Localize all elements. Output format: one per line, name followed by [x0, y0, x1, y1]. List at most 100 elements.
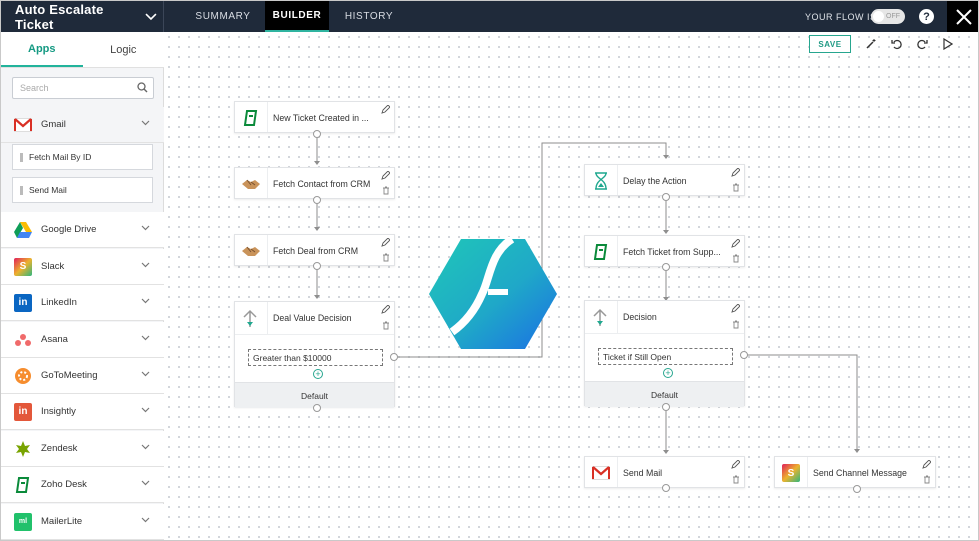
slack-icon: S — [780, 463, 802, 483]
trash-icon[interactable] — [382, 321, 390, 330]
tab-history[interactable]: HISTORY — [331, 1, 407, 32]
google-drive-icon — [14, 221, 32, 239]
node-label: Send Mail — [623, 468, 663, 478]
app-item-gmail[interactable]: Gmail — [1, 107, 164, 143]
trash-icon[interactable] — [732, 183, 740, 192]
app-label: Asana — [41, 334, 68, 345]
edit-icon[interactable] — [731, 239, 740, 248]
node-send-channel-message[interactable]: S Send Channel Message — [774, 456, 936, 488]
edit-icon[interactable] — [922, 460, 931, 469]
node-delay-action[interactable]: Delay the Action — [584, 164, 745, 196]
edit-icon[interactable] — [381, 238, 390, 247]
node-deal-value-decision[interactable]: Deal Value Decision Greater than $10000 … — [234, 301, 395, 408]
zoho-flow-logo — [429, 237, 557, 349]
connector-port[interactable] — [662, 484, 670, 492]
trash-icon[interactable] — [923, 475, 931, 484]
app-label: Google Drive — [41, 224, 97, 235]
trash-icon[interactable] — [732, 475, 740, 484]
connector-port[interactable] — [390, 353, 398, 361]
condition-field[interactable]: Greater than $10000 — [248, 349, 383, 366]
node-label: Decision — [623, 312, 657, 322]
app-item-gotomeeting[interactable]: GoToMeeting — [1, 358, 164, 394]
edit-icon[interactable] — [731, 304, 740, 313]
chevron-down-icon — [141, 120, 150, 126]
tab-apps[interactable]: Apps — [1, 32, 83, 67]
mailerlite-icon: ml — [14, 512, 32, 531]
connector-port[interactable] — [313, 404, 321, 412]
app-item-insightly[interactable]: in Insightly — [1, 394, 164, 430]
decision-icon — [590, 308, 610, 333]
app-label: Slack — [41, 261, 65, 272]
app-item-linkedin[interactable]: in LinkedIn — [1, 285, 164, 321]
node-trigger[interactable]: New Ticket Created in ... — [234, 101, 395, 133]
condition-field[interactable]: Ticket if Still Open — [598, 348, 733, 365]
tab-summary[interactable]: SUMMARY — [181, 1, 265, 32]
app-label: MailerLite — [41, 516, 83, 527]
connector-port[interactable] — [313, 196, 321, 204]
node-label: Send Channel Message — [813, 468, 907, 478]
edit-icon[interactable] — [381, 171, 390, 180]
action-fetch-mail-by-id[interactable]: Fetch Mail By ID — [12, 144, 153, 170]
connector-port[interactable] — [662, 263, 670, 271]
undo-icon[interactable] — [890, 37, 904, 51]
app-label: Zendesk — [41, 443, 78, 454]
drag-handle-icon[interactable] — [20, 185, 23, 195]
trash-icon[interactable] — [732, 254, 740, 263]
app-item-zendesk[interactable]: Zendesk — [1, 431, 164, 467]
connector-port[interactable] — [662, 403, 670, 411]
flow-name: Auto Escalate Ticket — [15, 1, 104, 32]
flow-status-toggle[interactable]: OFF — [871, 9, 905, 24]
connector-port[interactable] — [313, 262, 321, 270]
trash-icon[interactable] — [382, 253, 390, 262]
add-condition-icon[interactable]: + — [663, 368, 673, 378]
app-label: LinkedIn — [41, 297, 77, 308]
app-item-asana[interactable]: Asana — [1, 322, 164, 358]
drag-handle-icon[interactable] — [20, 152, 23, 162]
trash-icon[interactable] — [732, 320, 740, 329]
connector-port[interactable] — [740, 351, 748, 359]
app-item-slack[interactable]: S Slack — [1, 249, 164, 285]
action-label: Fetch Mail By ID — [29, 152, 92, 162]
tab-logic[interactable]: Logic — [83, 32, 165, 67]
chevron-down-icon — [141, 225, 150, 231]
close-button[interactable] — [947, 1, 978, 32]
flow-name-dropdown[interactable]: Auto Escalate Ticket — [9, 1, 164, 32]
node-fetch-contact[interactable]: Fetch Contact from CRM — [234, 167, 395, 199]
zoho-desk-icon — [240, 108, 262, 128]
edit-icon[interactable] — [381, 105, 390, 114]
edit-icon[interactable] — [381, 305, 390, 314]
app-item-mailerlite[interactable]: ml MailerLite — [1, 504, 164, 540]
connector-port[interactable] — [313, 130, 321, 138]
chevron-down-icon — [141, 407, 150, 413]
action-send-mail[interactable]: Send Mail — [12, 177, 153, 203]
search-icon — [137, 82, 148, 93]
zoho-desk-icon — [14, 476, 32, 494]
handshake-icon — [240, 241, 262, 261]
app-label: Zoho Desk — [41, 479, 87, 490]
chevron-down-icon — [141, 517, 150, 523]
node-fetch-deal[interactable]: Fetch Deal from CRM — [234, 234, 395, 266]
node-label: Fetch Ticket from Supp... — [623, 247, 721, 257]
asana-icon — [14, 331, 32, 349]
hourglass-icon — [590, 171, 612, 191]
flow-canvas[interactable]: SAVE New Ticket Created in ... Fetch Con… — [164, 32, 978, 540]
magic-wand-icon[interactable] — [864, 37, 878, 51]
connector-port[interactable] — [853, 485, 861, 493]
add-condition-icon[interactable]: + — [313, 369, 323, 379]
help-icon[interactable]: ? — [919, 9, 934, 24]
redo-icon[interactable] — [915, 37, 929, 51]
search-input[interactable]: Search — [12, 77, 154, 99]
trash-icon[interactable] — [382, 186, 390, 195]
connector-port[interactable] — [662, 193, 670, 201]
edit-icon[interactable] — [731, 168, 740, 177]
gmail-icon — [14, 116, 32, 134]
tab-builder[interactable]: BUILDER — [265, 1, 329, 32]
save-button[interactable]: SAVE — [809, 35, 851, 53]
canvas-toolbar: SAVE — [809, 35, 974, 55]
node-decision[interactable]: Decision Ticket if Still Open + Default — [584, 300, 745, 407]
app-item-zoho-desk[interactable]: Zoho Desk — [1, 467, 164, 503]
app-item-google-drive[interactable]: Google Drive — [1, 212, 164, 248]
play-icon[interactable] — [941, 37, 955, 51]
zoho-desk-icon — [590, 242, 612, 262]
edit-icon[interactable] — [731, 460, 740, 469]
